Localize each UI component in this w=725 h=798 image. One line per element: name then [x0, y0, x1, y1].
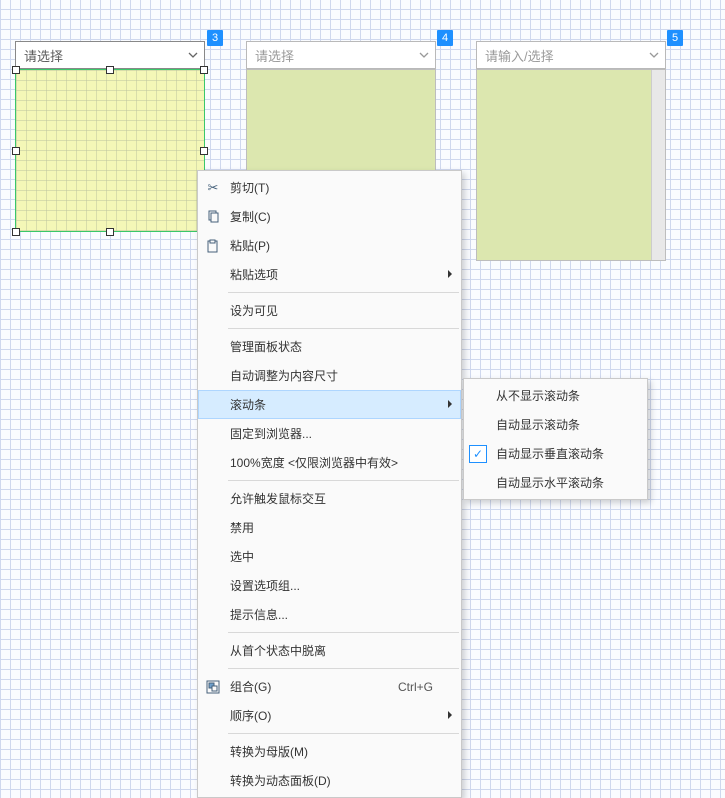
menu-separator [228, 733, 459, 734]
submenu-item-auto-vertical[interactable]: ✓ 自动显示垂直滚动条 [464, 439, 647, 468]
menu-item-fix-to-browser[interactable]: 固定到浏览器... [198, 419, 461, 448]
dropdown-c[interactable]: 请输入/选择 [476, 41, 666, 69]
menu-item-auto-resize[interactable]: 自动调整为内容尺寸 [198, 361, 461, 390]
menu-item-label: 从不显示滚动条 [496, 387, 580, 404]
menu-item-label: 粘贴选项 [230, 266, 278, 283]
menu-item-allow-mouse[interactable]: 允许触发鼠标交互 [198, 484, 461, 513]
menu-item-label: 滚动条 [230, 396, 266, 413]
menu-separator [228, 292, 459, 293]
menu-item-shortcut: Ctrl+G [398, 680, 433, 694]
menu-item-label: 固定到浏览器... [230, 425, 312, 442]
resize-handle-nw[interactable] [12, 66, 20, 74]
menu-item-width-100[interactable]: 100%宽度 <仅限浏览器中有效> [198, 448, 461, 477]
menu-item-paste[interactable]: 粘贴(P) [198, 231, 461, 260]
dropdown-a-placeholder: 请选择 [24, 46, 63, 65]
resize-handle-ne[interactable] [200, 66, 208, 74]
menu-item-copy[interactable]: 复制(C) [198, 202, 461, 231]
scrollbar-vertical[interactable] [651, 70, 665, 260]
menu-item-to-dynamic[interactable]: 转换为动态面板(D) [198, 766, 461, 795]
badge-5: 5 [667, 30, 683, 46]
container-c [476, 69, 666, 261]
menu-item-label: 自动显示滚动条 [496, 416, 580, 433]
context-menu: ✂ 剪切(T) 复制(C) 粘贴(P) 粘贴选项 设为可见 管理面板状态 自动调… [197, 170, 462, 798]
dropdown-b-placeholder: 请选择 [255, 46, 294, 65]
scrollbar-submenu: 从不显示滚动条 自动显示滚动条 ✓ 自动显示垂直滚动条 自动显示水平滚动条 [463, 378, 648, 500]
dropdown-b[interactable]: 请选择 [246, 41, 436, 69]
submenu-item-never[interactable]: 从不显示滚动条 [464, 381, 647, 410]
chevron-down-icon [188, 52, 198, 58]
menu-item-detach-state[interactable]: 从首个状态中脱离 [198, 636, 461, 665]
group-icon [204, 678, 222, 696]
menu-item-label: 允许触发鼠标交互 [230, 490, 326, 507]
resize-handle-sw[interactable] [12, 228, 20, 236]
resize-handle-e[interactable] [200, 147, 208, 155]
menu-item-label: 自动调整为内容尺寸 [230, 367, 338, 384]
menu-item-label: 从首个状态中脱离 [230, 642, 326, 659]
menu-item-group[interactable]: 组合(G) Ctrl+G [198, 672, 461, 701]
copy-icon [204, 208, 222, 226]
menu-item-label: 自动显示水平滚动条 [496, 474, 604, 491]
submenu-arrow-icon [447, 268, 453, 282]
menu-item-disable[interactable]: 禁用 [198, 513, 461, 542]
menu-item-label: 禁用 [230, 519, 254, 536]
menu-item-cut[interactable]: ✂ 剪切(T) [198, 173, 461, 202]
menu-item-label: 组合(G) [230, 678, 271, 695]
menu-item-label: 粘贴(P) [230, 237, 270, 254]
selected-container[interactable] [15, 69, 205, 232]
dropdown-a[interactable]: 请选择 [15, 41, 205, 69]
menu-separator [228, 480, 459, 481]
menu-item-label: 提示信息... [230, 606, 288, 623]
resize-handle-n[interactable] [106, 66, 114, 74]
menu-item-label: 设为可见 [230, 302, 278, 319]
chevron-down-icon [419, 52, 429, 58]
submenu-arrow-icon [447, 709, 453, 723]
menu-separator [228, 328, 459, 329]
menu-item-label: 剪切(T) [230, 179, 269, 196]
resize-handle-w[interactable] [12, 147, 20, 155]
menu-item-manage-panel[interactable]: 管理面板状态 [198, 332, 461, 361]
menu-item-label: 设置选项组... [230, 577, 300, 594]
menu-item-to-master[interactable]: 转换为母版(M) [198, 737, 461, 766]
menu-item-label: 复制(C) [230, 208, 271, 225]
menu-item-label: 转换为动态面板(D) [230, 772, 331, 789]
menu-item-set-options[interactable]: 设置选项组... [198, 571, 461, 600]
badge-3: 3 [207, 30, 223, 46]
menu-item-selected[interactable]: 选中 [198, 542, 461, 571]
paste-icon [204, 237, 222, 255]
menu-item-paste-options[interactable]: 粘贴选项 [198, 260, 461, 289]
scissors-icon: ✂ [204, 179, 222, 197]
menu-item-label: 顺序(O) [230, 707, 271, 724]
menu-item-label: 转换为母版(M) [230, 743, 308, 760]
dropdown-c-placeholder: 请输入/选择 [485, 46, 554, 65]
menu-item-label: 自动显示垂直滚动条 [496, 445, 604, 462]
menu-item-label: 100%宽度 <仅限浏览器中有效> [230, 454, 398, 471]
check-icon: ✓ [469, 445, 487, 463]
menu-item-tooltip[interactable]: 提示信息... [198, 600, 461, 629]
resize-handle-s[interactable] [106, 228, 114, 236]
menu-separator [228, 668, 459, 669]
submenu-arrow-icon [447, 398, 453, 412]
submenu-item-auto[interactable]: 自动显示滚动条 [464, 410, 647, 439]
menu-separator [228, 632, 459, 633]
menu-item-scrollbar[interactable]: 滚动条 [198, 390, 461, 419]
chevron-down-icon [649, 52, 659, 58]
menu-item-order[interactable]: 顺序(O) [198, 701, 461, 730]
badge-4: 4 [437, 30, 453, 46]
menu-item-label: 选中 [230, 548, 254, 565]
menu-item-label: 管理面板状态 [230, 338, 302, 355]
menu-item-set-visible[interactable]: 设为可见 [198, 296, 461, 325]
submenu-item-auto-horizontal[interactable]: 自动显示水平滚动条 [464, 468, 647, 497]
